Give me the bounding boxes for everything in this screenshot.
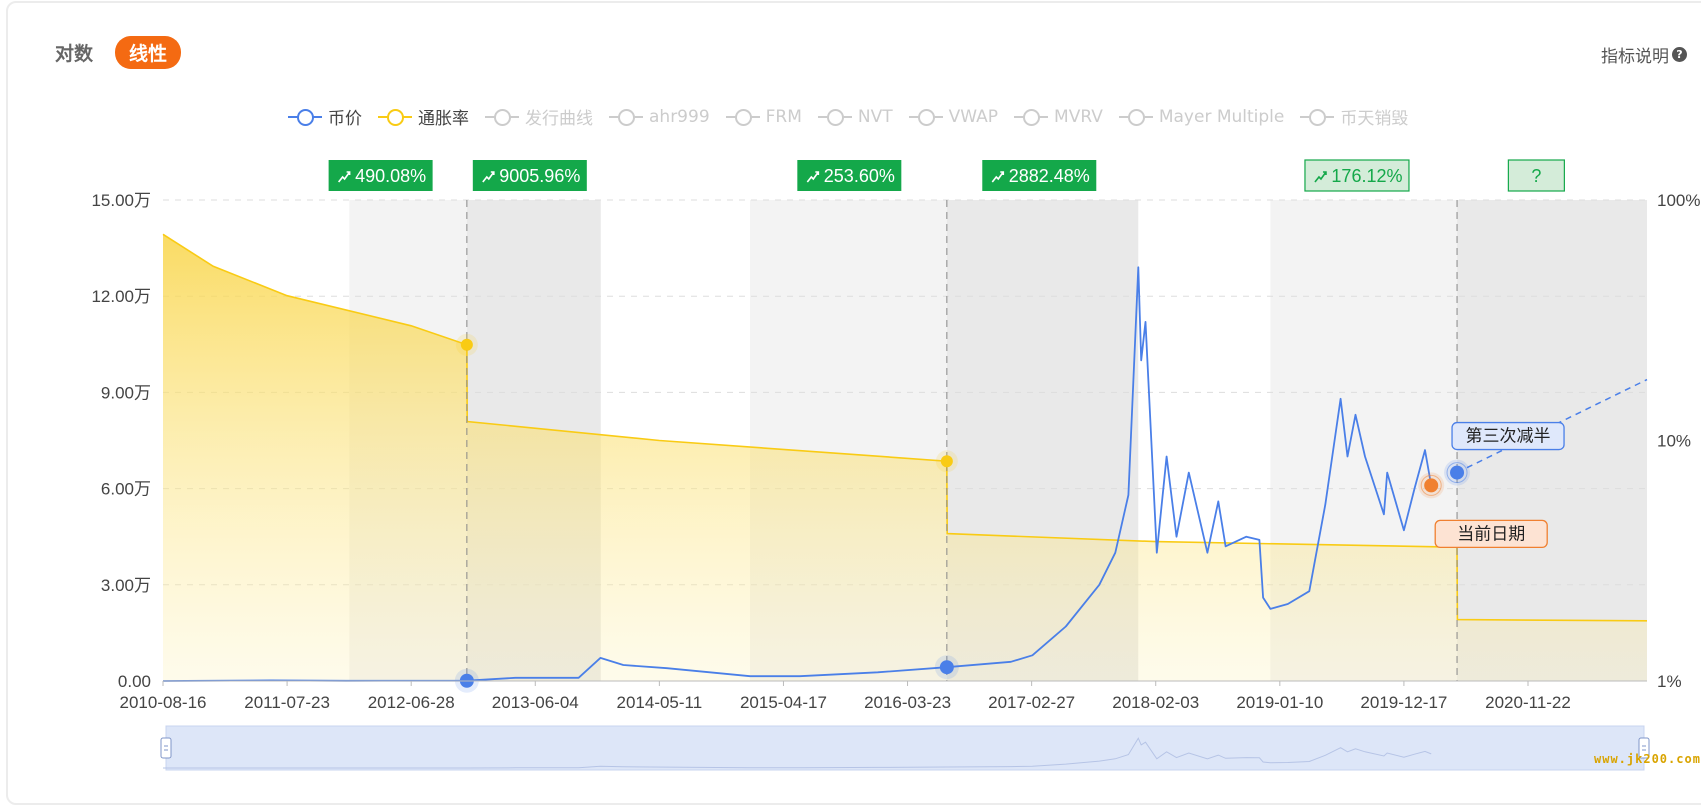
watermark: www.jk200.com xyxy=(1594,752,1701,766)
zoom-slider-track xyxy=(165,725,1645,771)
x-tick-label: 2018-02-03 xyxy=(1112,693,1199,712)
y-left-tick-label: 3.00万 xyxy=(101,576,151,595)
badge-label: 176.12% xyxy=(1331,166,1402,186)
cycle-return-badge: ? xyxy=(1507,159,1565,192)
x-tick-label: 2014-05-11 xyxy=(617,693,703,712)
x-tick-label: 2015-04-17 xyxy=(740,693,827,712)
current-date-point xyxy=(1424,478,1439,493)
cycle-return-badge: 176.12% xyxy=(1304,159,1410,192)
cycle-return-badge: 253.60% xyxy=(797,160,902,191)
current-date-label: 当前日期 xyxy=(1457,524,1525,543)
badge-label: 253.60% xyxy=(824,166,895,186)
y-left-tick-label: 9.00万 xyxy=(101,383,151,402)
inflation-halving-point xyxy=(460,338,473,351)
third-halving-point xyxy=(1450,465,1465,480)
price-halving-point xyxy=(939,660,954,675)
y-left-tick-label: 6.00万 xyxy=(101,480,151,499)
cycle-return-badge: 2882.48% xyxy=(982,160,1097,191)
zoom-handle-left[interactable] xyxy=(160,737,172,759)
inflation-halving-point xyxy=(940,455,953,468)
x-tick-label: 2013-06-04 xyxy=(492,693,579,712)
x-tick-label: 2016-03-23 xyxy=(864,693,951,712)
x-tick-label: 2019-12-17 xyxy=(1360,693,1447,712)
x-tick-label: 2019-01-10 xyxy=(1236,693,1323,712)
chart-canvas: 0.00 3.00万 6.00万 9.00万 12.00万 15.00万 1% 10% 100%… xyxy=(91,159,1700,771)
x-tick-label: 2020-11-22 xyxy=(1485,693,1571,712)
badge-label: 490.08% xyxy=(355,166,426,186)
y-left-tick-label: 15.00万 xyxy=(91,191,151,210)
x-tick-label: 2011-07-23 xyxy=(244,693,330,712)
cycle-return-badge: 490.08% xyxy=(328,160,433,191)
third-halving-label: 第三次减半 xyxy=(1466,427,1551,446)
y-right-tick-label: 100% xyxy=(1657,191,1700,210)
x-tick-label: 2017-02-27 xyxy=(988,693,1075,712)
badge-label: 9005.96% xyxy=(499,166,580,186)
y-right-tick-label: 10% xyxy=(1657,432,1691,451)
x-tick-label: 2010-08-16 xyxy=(120,693,207,712)
badge-label: 2882.48% xyxy=(1009,166,1090,186)
x-tick-label: 2012-06-28 xyxy=(368,693,455,712)
y-right-tick-label: 1% xyxy=(1657,672,1682,691)
y-left-tick-label: 12.00万 xyxy=(91,287,151,306)
cycle-return-badge: 9005.96% xyxy=(472,160,587,191)
badge-label: ? xyxy=(1531,166,1541,186)
y-left-tick-label: 0.00 xyxy=(118,672,151,691)
